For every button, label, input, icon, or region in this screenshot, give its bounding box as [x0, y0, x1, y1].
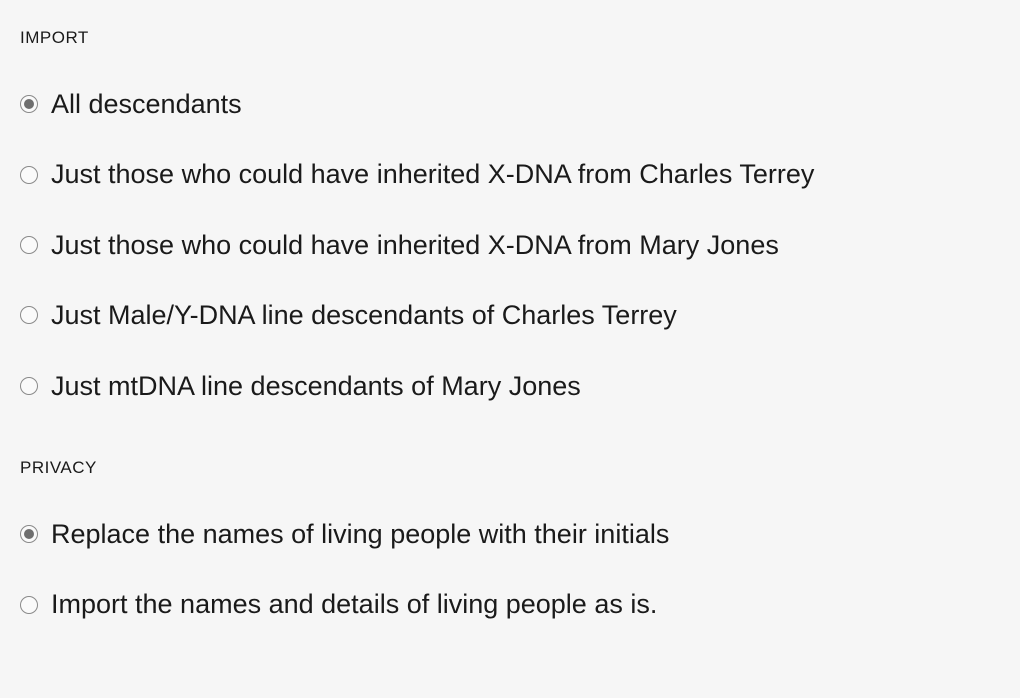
radio-label: Just those who could have inherited X-DN…	[51, 158, 814, 190]
radio-label: All descendants	[51, 88, 242, 120]
radio-label: Just those who could have inherited X-DN…	[51, 229, 779, 261]
radio-mtdna-mary[interactable]: Just mtDNA line descendants of Mary Jone…	[20, 370, 1000, 402]
import-section: IMPORT All descendants Just those who co…	[20, 28, 1000, 402]
radio-icon	[20, 596, 38, 614]
radio-xdna-mary[interactable]: Just those who could have inherited X-DN…	[20, 229, 1000, 261]
radio-icon	[20, 377, 38, 395]
radio-label: Import the names and details of living p…	[51, 588, 657, 620]
radio-label: Just mtDNA line descendants of Mary Jone…	[51, 370, 581, 402]
radio-replace-initials[interactable]: Replace the names of living people with …	[20, 518, 1000, 550]
privacy-header: PRIVACY	[20, 458, 1000, 478]
radio-icon	[20, 166, 38, 184]
radio-icon	[20, 306, 38, 324]
radio-icon	[20, 236, 38, 254]
privacy-section: PRIVACY Replace the names of living peop…	[20, 458, 1000, 621]
radio-all-descendants[interactable]: All descendants	[20, 88, 1000, 120]
radio-icon	[20, 525, 38, 543]
import-header: IMPORT	[20, 28, 1000, 48]
radio-import-as-is[interactable]: Import the names and details of living p…	[20, 588, 1000, 620]
radio-label: Just Male/Y-DNA line descendants of Char…	[51, 299, 677, 331]
radio-icon	[20, 95, 38, 113]
radio-label: Replace the names of living people with …	[51, 518, 669, 550]
radio-ydna-charles[interactable]: Just Male/Y-DNA line descendants of Char…	[20, 299, 1000, 331]
radio-xdna-charles[interactable]: Just those who could have inherited X-DN…	[20, 158, 1000, 190]
